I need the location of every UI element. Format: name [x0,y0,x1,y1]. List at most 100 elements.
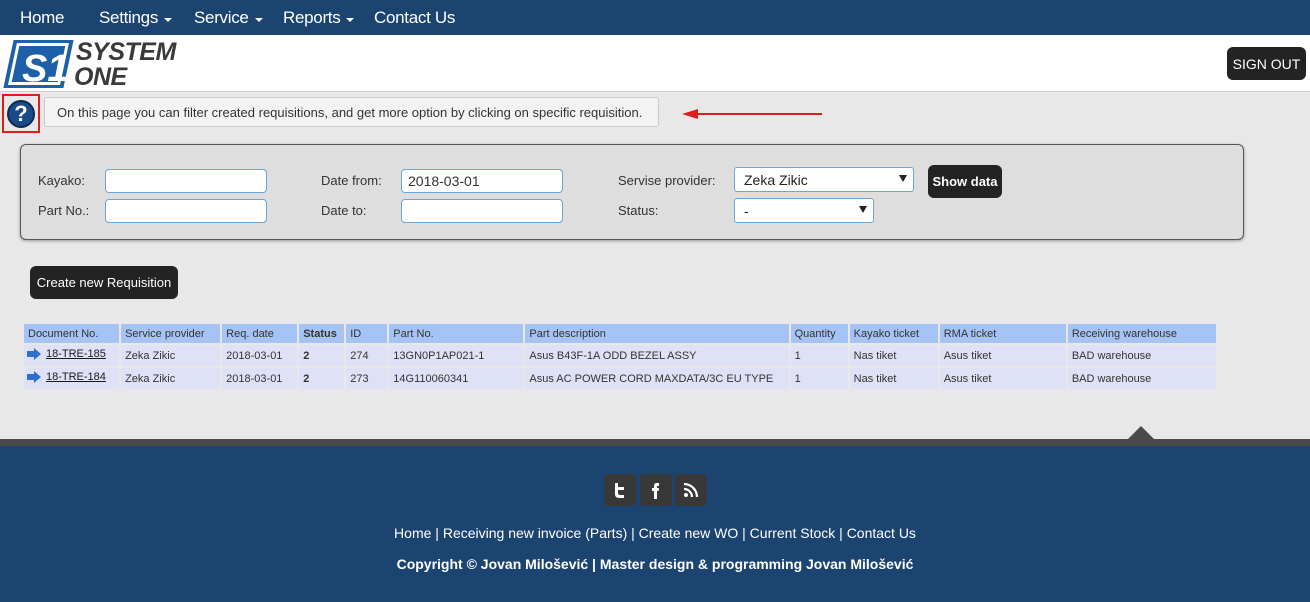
question-mark-icon: ? [7,99,35,128]
help-note: On this page you can filter created requ… [44,97,659,127]
document-number: 18-TRE-184 [46,371,106,383]
top-navigation: Home Settings Service Reports Contact Us [0,0,1310,35]
rss-icon[interactable] [675,474,707,506]
logo-mark: S1 [22,48,68,90]
facebook-icon[interactable] [640,474,672,506]
column-header[interactable]: ID [346,324,388,343]
kayako-label: Kayako: [38,173,85,188]
footer-link-current-stock[interactable]: Current Stock [750,525,836,541]
nav-reports[interactable]: Reports [283,8,355,28]
footer-separator: | [435,525,439,541]
provider-cell: Zeka Zikic [121,345,221,366]
footer-divider [0,439,1310,446]
footer-separator: | [839,525,843,541]
document-link[interactable]: 18-TRE-184 [27,371,106,383]
date-cell: 2018-03-01 [222,368,298,389]
nav-settings[interactable]: Settings [99,8,173,28]
kayako-cell: Nas tiket [849,345,938,366]
red-arrow-icon [682,109,822,119]
document-number: 18-TRE-185 [46,348,106,360]
date-to-input[interactable] [401,199,563,223]
table-header-row: Document No. Service provider Req. date … [24,324,1216,343]
copyright: Copyright © Jovan Milošević | Master des… [396,556,914,572]
requisitions-table: Document No. Service provider Req. date … [22,322,1218,391]
date-cell: 2018-03-01 [222,345,298,366]
chevron-down-icon [164,17,173,22]
column-header[interactable]: RMA ticket [939,324,1066,343]
status-cell: 2 [299,368,345,389]
nav-contact-label: Contact Us [374,8,456,27]
filter-panel: Kayako: Part No.: Date from: Date to: Se… [20,144,1244,240]
column-header[interactable]: Part No. [389,324,524,343]
arrow-right-icon [27,348,41,360]
nav-reports-label: Reports [283,8,341,27]
provider-cell: Zeka Zikic [121,368,221,389]
footer-separator: | [742,525,746,541]
document-cell: 18-TRE-184 [24,368,120,389]
service-provider-label: Servise provider: [618,173,716,188]
footer-links: Home | Receiving new invoice (Parts) | C… [0,525,1310,541]
footer-link-create-wo[interactable]: Create new WO [639,525,739,541]
footer-link-receiving-invoice[interactable]: Receiving new invoice (Parts) [443,525,627,541]
logo-line-1: SYSTEM [76,38,177,66]
nav-service[interactable]: Service [194,8,263,28]
document-cell: 18-TRE-185 [24,345,120,366]
service-provider-value: Zeka Zikic [744,171,808,188]
footer-separator: | [631,525,635,541]
description-cell: Asus AC POWER CORD MAXDATA/3C EU TYPE [525,368,789,389]
column-header[interactable]: Part description [525,324,789,343]
column-header[interactable]: Status [299,324,345,343]
logo-line-2: ONE [74,63,129,90]
sign-out-button[interactable]: SIGN OUT [1227,47,1306,80]
part-no-input[interactable] [105,199,267,223]
nav-home-label: Home [20,8,65,27]
service-provider-select[interactable]: Zeka Zikic [734,167,914,192]
document-link[interactable]: 18-TRE-185 [27,348,106,360]
nav-home[interactable]: Home [20,8,64,28]
footer-link-contact-us[interactable]: Contact Us [847,525,916,541]
warehouse-cell: BAD warehouse [1067,368,1216,389]
kayako-cell: Nas tiket [849,368,938,389]
twitter-icon[interactable] [604,474,636,506]
create-requisition-button[interactable]: Create new Requisition [30,266,178,299]
date-from-input[interactable] [401,169,563,193]
id-cell: 273 [346,368,388,389]
column-header[interactable]: Document No. [24,324,120,343]
nav-settings-label: Settings [99,8,159,27]
column-header[interactable]: Service provider [121,324,221,343]
column-header[interactable]: Kayako ticket [849,324,938,343]
nav-contact-us[interactable]: Contact Us [374,8,455,28]
dropdown-arrow-icon [859,206,867,213]
status-label: Status: [618,203,659,218]
help-button[interactable]: ? [2,94,40,133]
footer: Home | Receiving new invoice (Parts) | C… [0,446,1310,602]
part-no-label: Part No.: [38,203,90,218]
footer-link-home[interactable]: Home [394,525,431,541]
system-one-logo[interactable]: S1 SYSTEM ONE [2,38,197,90]
status-value: - [744,202,749,219]
id-cell: 274 [346,345,388,366]
date-from-label: Date from: [321,173,382,188]
description-cell: Asus B43F-1A ODD BEZEL ASSY [525,345,789,366]
table-row[interactable]: 18-TRE-184 Zeka Zikic 2018-03-01 2 273 1… [24,368,1216,389]
status-select[interactable]: - [734,198,874,223]
show-data-button[interactable]: Show data [928,165,1002,198]
table-row[interactable]: 18-TRE-185 Zeka Zikic 2018-03-01 2 274 1… [24,345,1216,366]
dropdown-arrow-icon [899,175,907,182]
rma-cell: Asus tiket [939,368,1066,389]
status-cell: 2 [299,345,345,366]
header: S1 SYSTEM ONE SIGN OUT [0,35,1310,92]
scroll-top-notch[interactable] [1127,426,1155,440]
chevron-down-icon [346,17,355,22]
arrow-right-icon [27,371,41,383]
part-no-cell: 13GN0P1AP021-1 [389,345,524,366]
nav-service-label: Service [194,8,249,27]
column-header[interactable]: Receiving warehouse [1067,324,1216,343]
kayako-input[interactable] [105,169,267,193]
part-no-cell: 14G110060341 [389,368,524,389]
quantity-cell: 1 [790,345,848,366]
date-to-label: Date to: [321,203,367,218]
column-header[interactable]: Quantity [790,324,848,343]
chevron-down-icon [254,17,263,22]
column-header[interactable]: Req. date [222,324,298,343]
